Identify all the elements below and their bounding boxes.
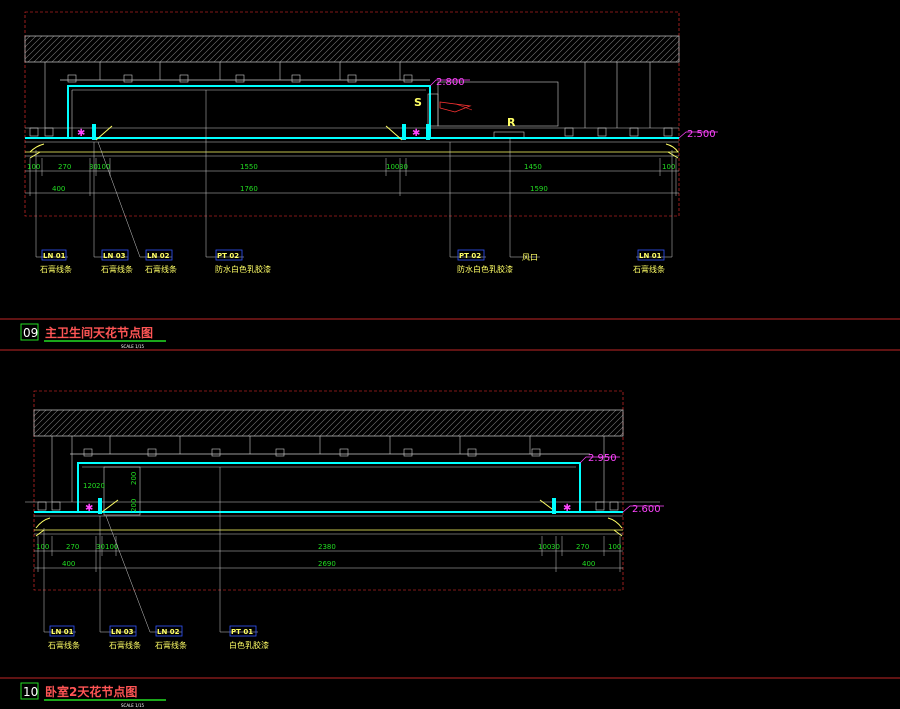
svg-text:石膏线条: 石膏线条 (48, 640, 80, 650)
svg-text:石膏线条: 石膏线条 (633, 264, 665, 274)
slab-hatch-09 (24, 35, 680, 63)
svg-text:120: 120 (83, 482, 96, 490)
svg-text:PT 01: PT 01 (231, 628, 253, 636)
svg-text:✱: ✱ (85, 503, 93, 514)
drawing-scale-10: SCALE 1/15 (121, 703, 145, 708)
svg-text:风口: 风口 (522, 253, 538, 262)
elevation-high-09: 2.800 (436, 77, 465, 88)
ceiling-box-10 (77, 462, 581, 512)
svg-text:400: 400 (582, 560, 595, 568)
svg-text:PT 02: PT 02 (459, 252, 481, 260)
svg-text:1450: 1450 (524, 163, 542, 171)
dimension-row2-10: 400 2690 400 (62, 560, 595, 568)
svg-text:LN 01: LN 01 (639, 252, 662, 260)
section-marker-r: R (507, 116, 516, 129)
svg-text:200: 200 (130, 472, 138, 485)
hangers-09 (44, 62, 651, 128)
svg-text:270: 270 (66, 543, 79, 551)
drawing-scale-09: SCALE 1/15 (121, 344, 145, 349)
svg-text:270: 270 (58, 163, 71, 171)
svg-text:石膏线条: 石膏线条 (145, 264, 177, 274)
elevation-low-09: 2.500 (687, 129, 716, 140)
svg-text:LN 03: LN 03 (111, 628, 134, 636)
svg-text:20: 20 (96, 482, 105, 490)
dimension-row2-09: 400 1760 1590 (52, 185, 548, 193)
svg-text:LN 01: LN 01 (43, 252, 66, 260)
detail-10: ✱ ✱ 120 20 200 200 2.950 2.600 100 270 3… (0, 390, 900, 708)
svg-text:✱: ✱ (77, 128, 85, 139)
svg-text:100: 100 (105, 543, 118, 551)
elevation-high-10: 2.950 (588, 453, 617, 464)
svg-text:400: 400 (62, 560, 75, 568)
svg-text:30: 30 (399, 163, 408, 171)
svg-text:200: 200 (130, 499, 138, 512)
svg-text:2380: 2380 (318, 543, 336, 551)
leaders-09 (35, 90, 673, 258)
svg-text:400: 400 (52, 185, 65, 193)
svg-text:1760: 1760 (240, 185, 258, 193)
svg-text:30: 30 (96, 543, 105, 551)
svg-text:石膏线条: 石膏线条 (101, 264, 133, 274)
svg-text:LN 01: LN 01 (51, 628, 74, 636)
svg-text:LN 02: LN 02 (147, 252, 170, 260)
drawing-title-09: 主卫生间天花节点图 (45, 325, 153, 340)
svg-text:100: 100 (36, 543, 49, 551)
tags-09: LN 01 石膏线条 LN 03 石膏线条 LN 02 石膏线条 PT 02 防… (40, 252, 665, 274)
detail-09: ✱ ✱ S R 2.800 2.500 100 270 30 100 1550 … (0, 11, 900, 351)
svg-text:防水白色乳胶漆: 防水白色乳胶漆 (215, 264, 271, 274)
svg-text:100: 100 (608, 543, 621, 551)
drawing-title-10: 卧室2天花节点图 (45, 684, 137, 699)
dimension-row1-09: 100 270 30 100 1550 100 30 1450 100 (27, 163, 675, 171)
svg-text:100: 100 (662, 163, 675, 171)
drawing-number-09: 09 (23, 326, 38, 340)
svg-text:石膏线条: 石膏线条 (40, 264, 72, 274)
svg-text:1590: 1590 (530, 185, 548, 193)
section-marker-s: S (414, 96, 422, 109)
svg-text:石膏线条: 石膏线条 (155, 640, 187, 650)
svg-text:白色乳胶漆: 白色乳胶漆 (229, 640, 269, 650)
dimension-row1-10: 100 270 30 100 2380 100 30 270 100 (36, 543, 621, 551)
svg-text:石膏线条: 石膏线条 (109, 640, 141, 650)
svg-text:100: 100 (27, 163, 40, 171)
svg-text:30: 30 (551, 543, 560, 551)
slab-hatch-10 (33, 409, 624, 437)
elevation-low-10: 2.600 (632, 504, 661, 515)
hangers-10 (51, 436, 605, 502)
svg-text:100: 100 (386, 163, 399, 171)
svg-text:100: 100 (538, 543, 551, 551)
svg-text:270: 270 (576, 543, 589, 551)
svg-text:LN 02: LN 02 (157, 628, 180, 636)
svg-text:LN 03: LN 03 (103, 252, 126, 260)
drawing-number-10: 10 (23, 685, 38, 699)
svg-text:2690: 2690 (318, 560, 336, 568)
gypsum-moulding-10 (35, 499, 623, 537)
ceiling-box-09 (67, 85, 431, 138)
svg-text:1550: 1550 (240, 163, 258, 171)
svg-text:✱: ✱ (412, 128, 420, 139)
svg-text:PT 02: PT 02 (217, 252, 239, 260)
svg-text:防水白色乳胶漆: 防水白色乳胶漆 (457, 264, 513, 274)
tags-10: LN 01 石膏线条 LN 03 石膏线条 LN 02 石膏线条 PT 01 白… (48, 628, 269, 650)
cad-drawing-canvas: ✱ ✱ S R 2.800 2.500 100 270 30 100 1550 … (0, 11, 900, 708)
svg-text:✱: ✱ (563, 503, 571, 514)
